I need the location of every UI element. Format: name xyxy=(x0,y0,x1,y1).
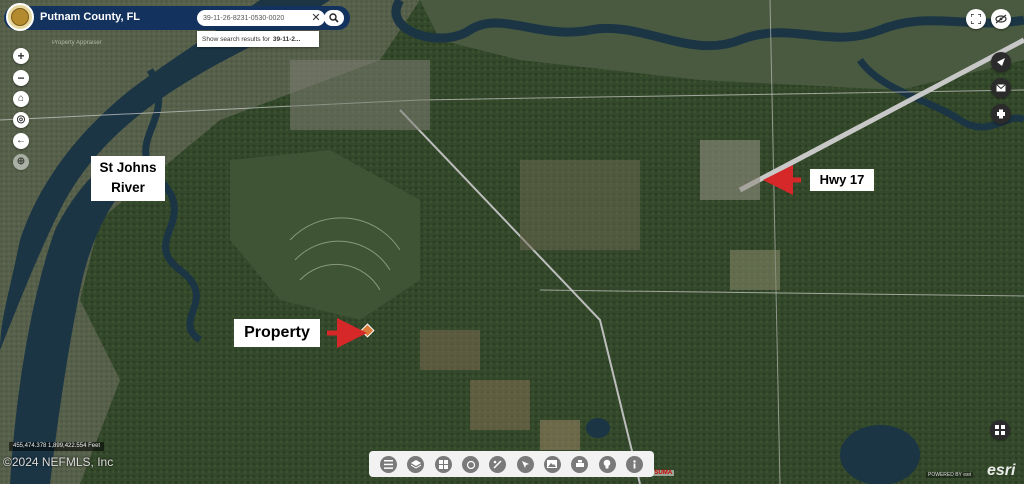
visibility-icon xyxy=(995,14,1007,24)
clear-search-button[interactable]: ✕ xyxy=(309,11,323,25)
share-icon xyxy=(997,58,1005,66)
mail-icon xyxy=(996,84,1006,92)
select-button[interactable] xyxy=(516,455,534,473)
image-icon xyxy=(547,460,558,468)
highway-label: Hwy 17 xyxy=(810,169,874,191)
page-title: Putnam County, FL xyxy=(40,11,141,23)
copyright-text: ©2024 NEFMLS, Inc xyxy=(3,455,114,469)
image-button[interactable] xyxy=(543,455,561,473)
info-button[interactable] xyxy=(625,455,643,473)
lightbulb-icon xyxy=(603,459,611,469)
draw-button[interactable] xyxy=(489,455,507,473)
grid-icon xyxy=(995,425,1005,435)
river-label-line1: St Johns xyxy=(99,160,157,175)
fullscreen-icon xyxy=(971,14,981,24)
info-icon xyxy=(633,459,636,468)
town-block xyxy=(290,60,430,130)
fullscreen-button[interactable] xyxy=(966,9,986,29)
print-map-button[interactable] xyxy=(571,455,589,473)
basemap-icon xyxy=(438,459,448,469)
share-button[interactable] xyxy=(991,52,1011,72)
bulb-button[interactable] xyxy=(598,455,616,473)
search-input[interactable] xyxy=(197,10,325,26)
field-2 xyxy=(470,380,530,430)
pond xyxy=(586,418,610,438)
field-4 xyxy=(540,420,580,450)
print-icon xyxy=(997,109,1005,119)
esri-logo: esri xyxy=(987,462,1016,479)
aerial-map[interactable] xyxy=(0,0,1024,484)
locate-button[interactable]: ◎ xyxy=(13,112,29,128)
lake xyxy=(840,425,920,484)
layers-icon xyxy=(410,459,421,469)
draw-icon xyxy=(493,459,502,469)
river-label: St Johns River xyxy=(91,156,165,201)
suggestion-prefix: Show search results for xyxy=(202,35,270,43)
search-icon xyxy=(329,13,339,23)
layers-button[interactable] xyxy=(407,455,425,473)
print-button[interactable] xyxy=(991,104,1011,124)
field-3 xyxy=(730,250,780,290)
measure-icon xyxy=(466,460,475,469)
field-1 xyxy=(420,330,480,370)
basemap-button[interactable] xyxy=(990,420,1010,440)
visibility-button[interactable] xyxy=(991,9,1011,29)
attribution-text: POWERED BY esri xyxy=(926,472,974,478)
list-icon xyxy=(384,459,394,469)
mail-button[interactable] xyxy=(991,78,1011,98)
clearing xyxy=(520,160,640,250)
map-viewer[interactable]: Putnam County, FL ✕ Property Appraiser S… xyxy=(0,0,1024,484)
suggestion-query: 39-11-2... xyxy=(272,35,301,43)
coordinate-readout: 455,474.378 1,899,422.554 Feet xyxy=(9,442,105,451)
select-icon xyxy=(521,460,529,468)
zoom-out-button[interactable]: − xyxy=(13,70,29,86)
measure-button[interactable] xyxy=(462,455,480,473)
zoom-in-button[interactable]: + xyxy=(13,48,29,64)
river-label-line2: River xyxy=(111,180,145,195)
list-button[interactable] xyxy=(380,455,398,473)
bottom-toolbar xyxy=(369,451,654,477)
search-button[interactable] xyxy=(324,10,344,26)
extra-tool-button[interactable]: ⊕ xyxy=(13,154,29,170)
race-track-area xyxy=(700,140,760,200)
grid-button[interactable] xyxy=(434,455,452,473)
seal-icon xyxy=(6,3,34,31)
property-label: Property xyxy=(234,319,320,347)
subtitle: Property Appraiser xyxy=(52,40,102,46)
search-suggestion[interactable]: Show search results for 39-11-2... xyxy=(197,31,319,47)
back-button[interactable]: ← xyxy=(13,133,29,149)
home-button[interactable]: ⌂ xyxy=(13,91,29,107)
printer-icon xyxy=(575,459,584,467)
